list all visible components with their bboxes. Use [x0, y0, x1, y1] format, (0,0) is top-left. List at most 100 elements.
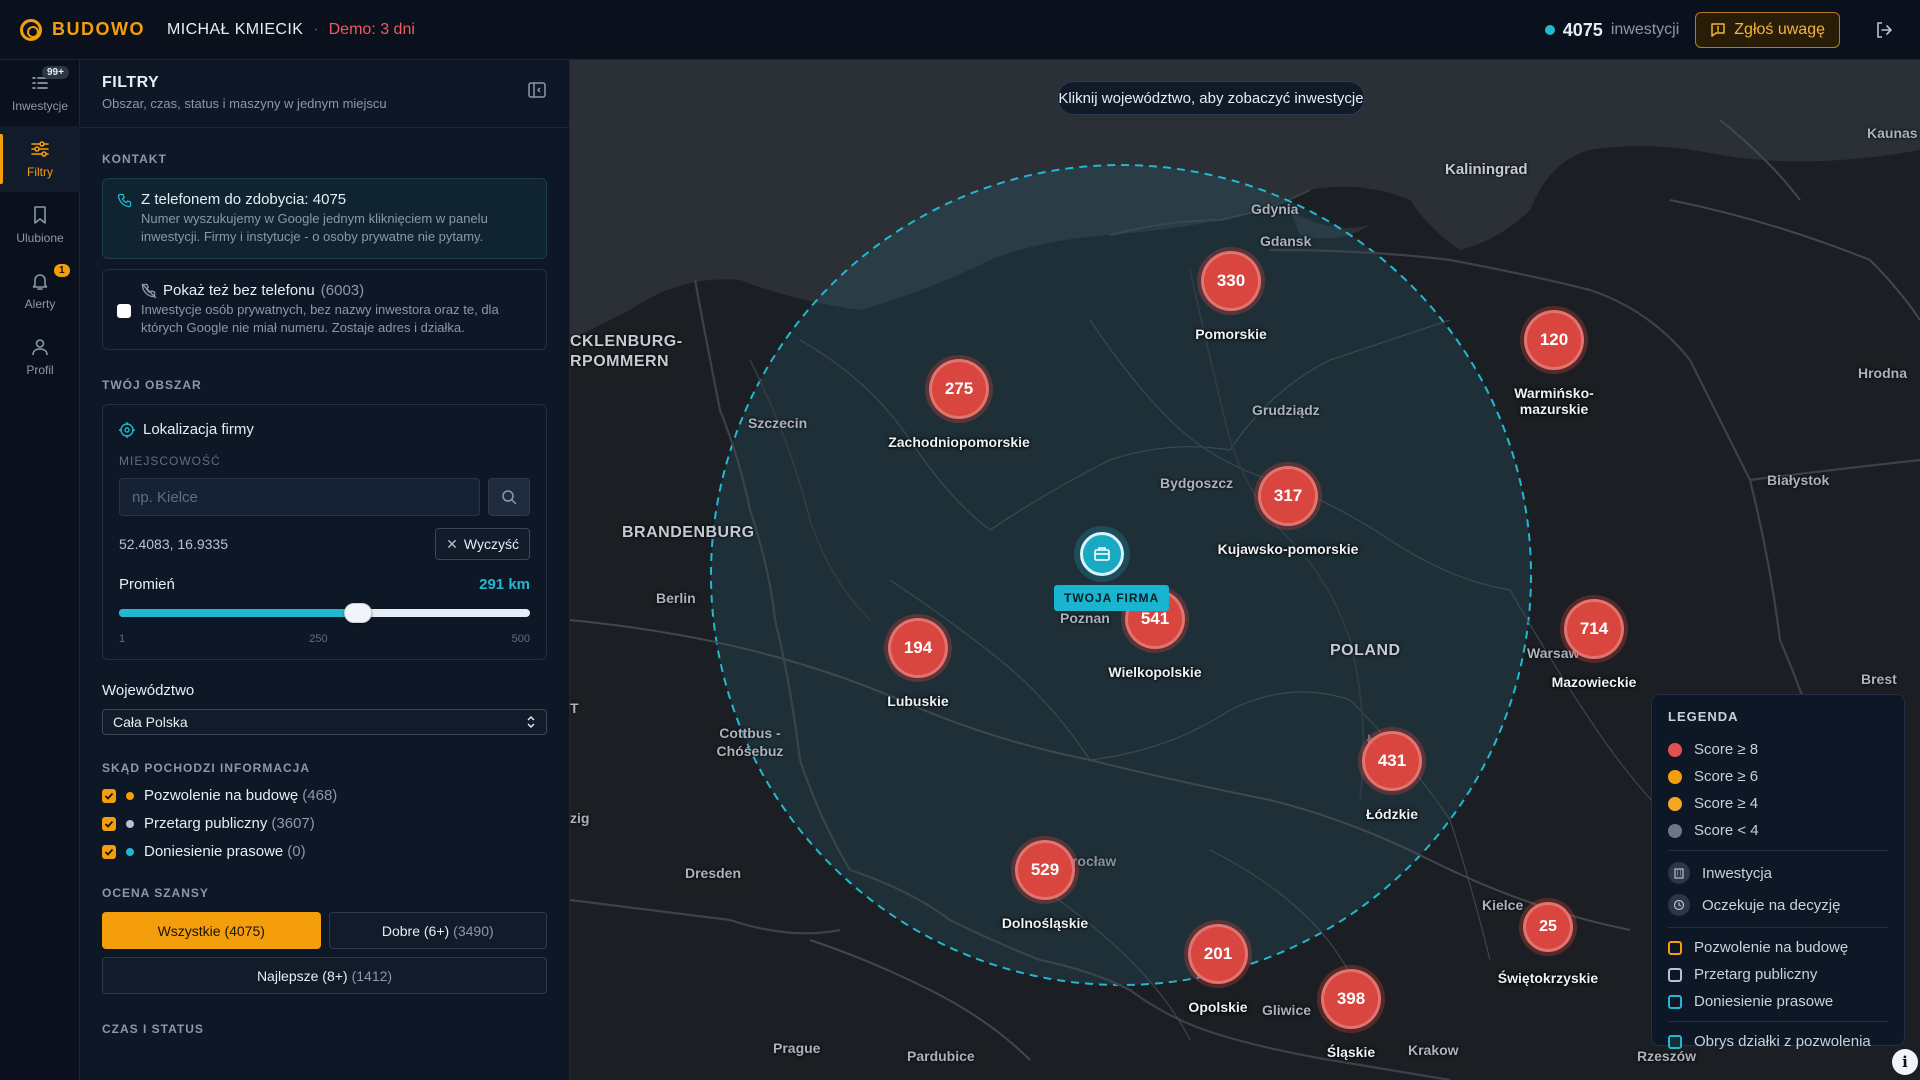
city-input[interactable]: [119, 478, 480, 516]
score-best-count: (1412): [351, 967, 393, 984]
chevron-updown-icon: [527, 716, 535, 728]
score-good-count: (3490): [453, 922, 494, 939]
region-label: Warmińsko- mazurskie: [1514, 385, 1594, 417]
panel-header: FILTRY Obszar, czas, status i maszyny w …: [80, 60, 569, 128]
nav-item-alerts[interactable]: 1 Alerty: [0, 258, 80, 324]
place-label: Kaliningrad: [1445, 161, 1528, 178]
region-label: Łódzkie: [1365, 806, 1419, 822]
checkbox-checked-icon[interactable]: [102, 844, 116, 859]
legend-label: Pozwolenie na budowę: [1694, 939, 1849, 956]
bookmark-icon: [34, 206, 46, 224]
source-count: (3607): [271, 815, 315, 832]
source-dot-icon: [126, 847, 134, 856]
legend-item: Obrys działki z pozwolenia: [1668, 1028, 1888, 1055]
nav-item-filters[interactable]: Filtry: [0, 126, 80, 192]
collapse-panel-icon[interactable]: [527, 80, 547, 100]
left-nav: 99+ Inwestycje Filtry Ulubione 1 Alerty …: [0, 60, 80, 1080]
source-item-tender[interactable]: Przetarg publiczny (3607): [102, 815, 547, 832]
score-all-button[interactable]: Wszystkie (4075): [102, 912, 321, 949]
cluster-lodzkie[interactable]: 431: [1362, 731, 1422, 791]
score-good-button[interactable]: Dobre (6+) (3490): [328, 912, 547, 949]
source-label: Doniesienie prasowe: [144, 843, 284, 860]
score-best-button[interactable]: Najlepsze (8+) (1412): [102, 957, 547, 994]
radius-slider[interactable]: [119, 603, 530, 623]
region-label: Mazowieckie: [1551, 674, 1637, 690]
cluster-dolnoslaskie[interactable]: 529: [1015, 840, 1075, 900]
slider-fill: [119, 609, 358, 617]
section-time: CZAS I STATUS: [102, 1022, 204, 1036]
place-label: Brest: [1861, 671, 1897, 687]
crosshair-icon: [119, 421, 135, 438]
cluster-slaskie[interactable]: 398: [1321, 969, 1381, 1029]
show-no-phone-checkbox[interactable]: [117, 304, 131, 318]
no-phone-card[interactable]: Pokaż też bez telefonu (6003) Inwestycje…: [102, 269, 547, 350]
brand-name: BUDOWO: [52, 19, 145, 39]
voivodeship-select[interactable]: Cała Polska: [102, 709, 547, 735]
tick-min: 1: [119, 633, 126, 645]
place-label: Białystok: [1767, 472, 1830, 488]
cluster-swietokrzyskie[interactable]: 25: [1523, 902, 1573, 952]
legend-item: Score ≥ 8: [1668, 736, 1888, 763]
location-title: Lokalizacja firmy: [143, 421, 254, 438]
no-phone-desc: Inwestycje osób prywatnych, bez nazwy in…: [141, 302, 499, 335]
nav-label: Alerty: [24, 297, 56, 311]
tick-mid: 250: [309, 633, 328, 645]
info-icon[interactable]: i: [1892, 1049, 1918, 1075]
cluster-warminsko-mazurskie[interactable]: 120: [1524, 310, 1584, 370]
checkbox-checked-icon[interactable]: [102, 816, 116, 831]
user-name: MICHAŁ KMIECIK: [167, 20, 304, 38]
place-label: T: [570, 700, 579, 716]
map-hint: Kliknij województwo, aby zobaczyć inwest…: [1057, 81, 1365, 115]
score-best-label: Najlepsze (8+): [256, 967, 348, 984]
voivodeship-label: Województwo: [102, 682, 195, 699]
slider-thumb[interactable]: [343, 603, 372, 623]
clear-location-button[interactable]: ✕ Wyczyść: [435, 528, 530, 560]
cluster-mazowieckie[interactable]: 714: [1564, 599, 1624, 659]
place-label: Szczecin: [748, 415, 808, 431]
demo-badge: Demo: 3 dni: [328, 20, 415, 38]
cluster-pomorskie[interactable]: 330: [1201, 251, 1261, 311]
legend-label: Score ≥ 4: [1694, 795, 1759, 812]
source-item-permit[interactable]: Pozwolenie na budowę (468): [102, 787, 547, 804]
region-label: Opolskie: [1188, 999, 1248, 1015]
search-city-button[interactable]: [488, 478, 530, 516]
company-location-marker[interactable]: [1080, 532, 1124, 576]
place-label: Poznan: [1060, 610, 1110, 626]
place-label: RPOMMERN: [570, 353, 670, 370]
brand[interactable]: BUDOWO: [20, 18, 145, 41]
clock-icon: [1668, 894, 1690, 916]
cluster-zachodniopomorskie[interactable]: 275: [929, 359, 989, 419]
legend-label: Score < 4: [1694, 822, 1759, 839]
checkbox-checked-icon[interactable]: [102, 788, 116, 803]
nav-item-profile[interactable]: Profil: [0, 324, 80, 390]
nav-item-investments[interactable]: 99+ Inwestycje: [0, 60, 80, 126]
place-label: Prague: [773, 1040, 821, 1056]
nav-badge-investments: 99+: [42, 66, 69, 79]
nav-item-favorites[interactable]: Ulubione: [0, 192, 80, 258]
source-item-press[interactable]: Doniesienie prasowe (0): [102, 843, 547, 860]
nav-label: Inwestycje: [11, 99, 69, 113]
logout-button[interactable]: [1864, 10, 1904, 50]
plot-outline-icon: [1668, 1034, 1682, 1049]
coordinates: 52.4083, 16.9335: [119, 536, 228, 552]
region-label: Dolnośląskie: [1001, 915, 1089, 931]
nav-label: Profil: [26, 363, 54, 377]
cluster-opolskie[interactable]: 201: [1188, 924, 1248, 984]
sliders-icon: [31, 141, 49, 157]
report-issue-button[interactable]: Zgłoś uwagę: [1695, 12, 1840, 48]
region-label: Zachodniopomorskie: [888, 434, 1030, 450]
map[interactable]: Kliknij województwo, aby zobaczyć inwest…: [570, 60, 1920, 1080]
permit-square-icon: [1668, 940, 1682, 955]
place-label: Cottbus - Chóśebuz: [716, 725, 784, 759]
clear-label: Wyczyść: [463, 536, 519, 552]
place-label: Gdansk: [1260, 233, 1312, 249]
place-label: Gdynia: [1251, 201, 1299, 217]
place-label: CKLENBURG-: [570, 333, 683, 350]
region-label: Pomorskie: [1195, 326, 1267, 342]
radius-value: 291 km: [479, 576, 530, 593]
place-label: Pardubice: [907, 1048, 975, 1064]
nav-label: Filtry: [27, 165, 53, 179]
cluster-kujawsko-pomorskie[interactable]: 317: [1258, 466, 1318, 526]
cluster-lubuskie[interactable]: 194: [888, 618, 948, 678]
phone-off-icon: [141, 283, 157, 298]
